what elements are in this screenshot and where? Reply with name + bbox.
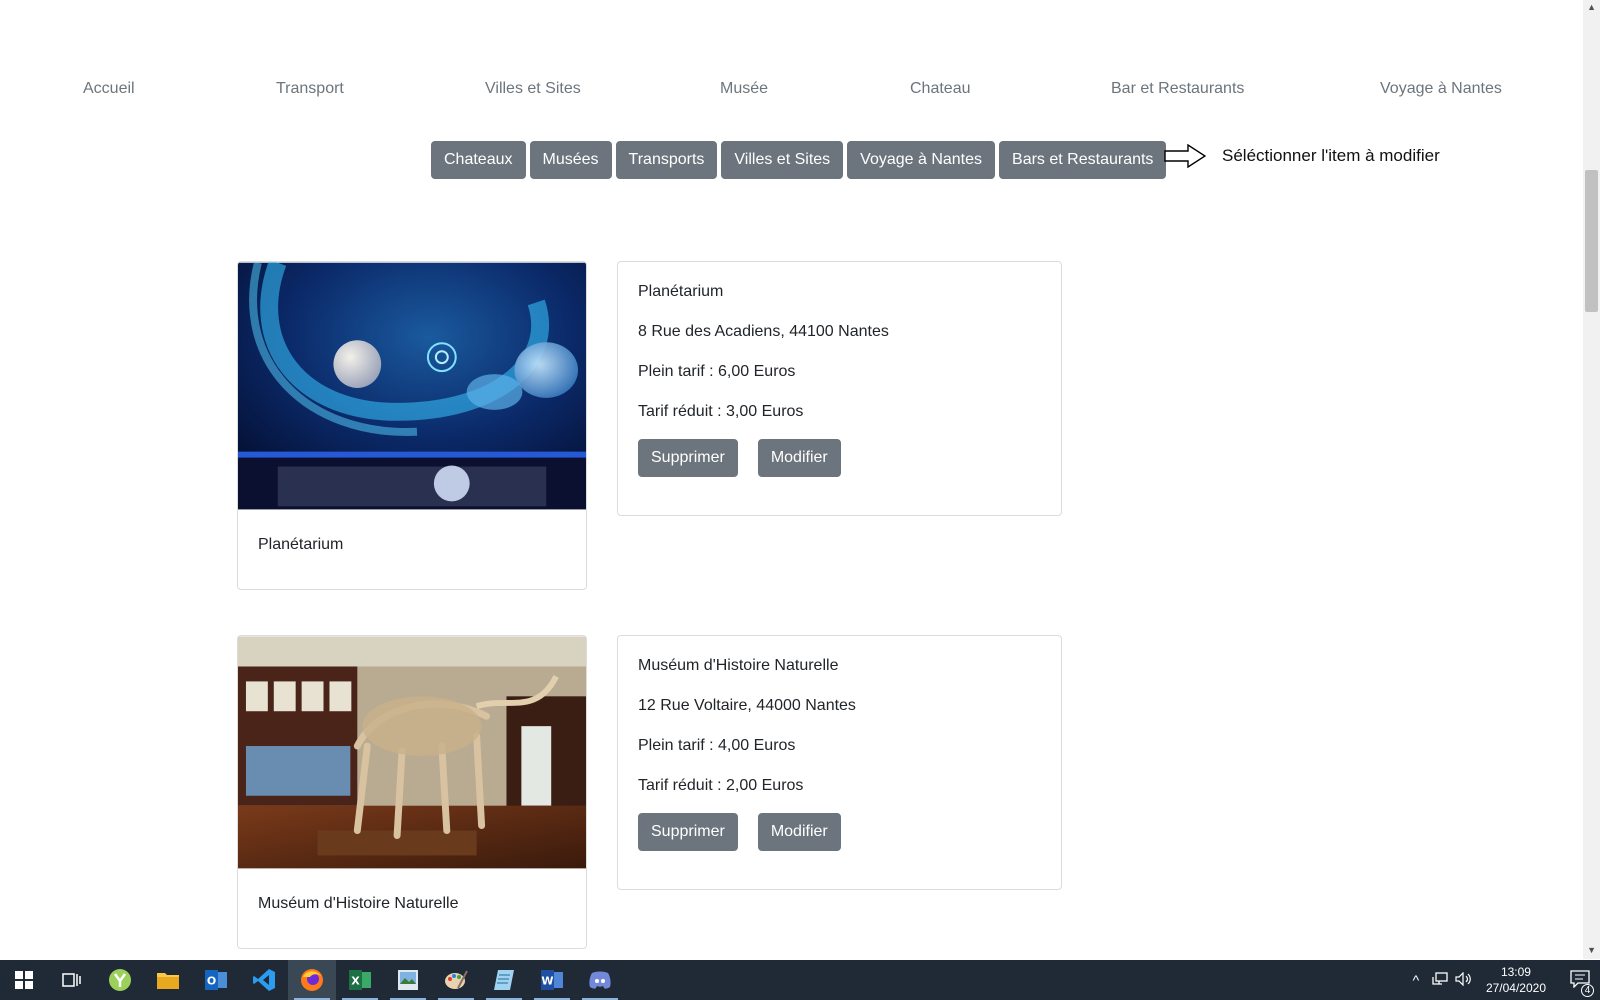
word-icon[interactable]: W <box>528 960 576 1000</box>
item-name: Planétarium <box>638 283 724 300</box>
category-button-villes-sites[interactable]: Villes et Sites <box>721 141 844 179</box>
photo-viewer-icon[interactable] <box>384 960 432 1000</box>
item-address: 12 Rue Voltaire, 44000 Nantes <box>638 697 856 714</box>
clock-time: 13:09 <box>1500 965 1531 979</box>
item-card-title: Planétarium <box>258 536 344 553</box>
item-reduced-price: Tarif réduit : 2,00 Euros <box>638 777 804 794</box>
clock-date: 27/04/2020 <box>1485 981 1546 995</box>
item-image-card[interactable]: Planétarium <box>237 261 587 590</box>
item-name: Muséum d'Histoire Naturelle <box>638 657 839 674</box>
select-hint: Séléctionner l'item à modifier <box>1164 144 1440 168</box>
item-full-price: Plein tarif : 6,00 Euros <box>638 363 796 380</box>
task-view-icon[interactable] <box>48 960 96 1000</box>
network-icon[interactable] <box>1428 971 1452 989</box>
nav-accueil[interactable]: Accueil <box>83 76 135 102</box>
category-buttons: Chateaux Musées Transports Villes et Sit… <box>431 141 1167 179</box>
item-actions: Supprimer Modifier <box>638 439 1041 477</box>
edit-button[interactable]: Modifier <box>757 813 841 851</box>
windows-taskbar: O X W ^ 13:09 27/04/2020 4 <box>0 960 1600 1000</box>
category-button-transports[interactable]: Transports <box>615 141 718 179</box>
outlook-icon[interactable]: O <box>192 960 240 1000</box>
svg-text:O: O <box>207 975 216 988</box>
hint-text: Séléctionner l'item à modifier <box>1222 146 1440 165</box>
item-image-card[interactable]: Muséum d'Histoire Naturelle <box>237 635 587 949</box>
excel-icon[interactable]: X <box>336 960 384 1000</box>
category-button-bars-restaurants[interactable]: Bars et Restaurants <box>999 141 1167 179</box>
category-button-chateaux[interactable]: Chateaux <box>431 141 526 179</box>
svg-text:X: X <box>351 975 360 988</box>
discord-icon[interactable] <box>576 960 624 1000</box>
file-explorer-icon[interactable] <box>144 960 192 1000</box>
item-full-price: Plein tarif : 4,00 Euros <box>638 737 796 754</box>
chevron-up-icon[interactable]: ^ <box>1404 972 1428 988</box>
item-details-card: Planétarium 8 Rue des Acadiens, 44100 Na… <box>617 261 1062 516</box>
category-button-musees[interactable]: Musées <box>529 141 612 179</box>
nav-musee[interactable]: Musée <box>720 76 768 102</box>
item-reduced-price: Tarif réduit : 3,00 Euros <box>638 403 804 420</box>
start-icon[interactable] <box>0 960 48 1000</box>
vscode-icon[interactable] <box>240 960 288 1000</box>
browser-y-icon[interactable] <box>96 960 144 1000</box>
edit-button[interactable]: Modifier <box>757 439 841 477</box>
nav-bar-restaurants[interactable]: Bar et Restaurants <box>1111 76 1244 102</box>
arrow-right-icon <box>1164 144 1206 168</box>
nav-transport[interactable]: Transport <box>276 76 344 102</box>
vertical-scrollbar[interactable]: ▲ ▼ <box>1583 0 1600 959</box>
nav-villes-sites[interactable]: Villes et Sites <box>485 76 581 102</box>
notepad-icon[interactable] <box>480 960 528 1000</box>
paint-icon[interactable] <box>432 960 480 1000</box>
scroll-down-icon[interactable]: ▼ <box>1587 945 1596 955</box>
category-button-voyage-nantes[interactable]: Voyage à Nantes <box>847 141 996 179</box>
top-nav: Accueil Transport Villes et Sites Musée … <box>0 76 1588 102</box>
museum-image <box>238 636 586 869</box>
notification-center-icon[interactable]: 4 <box>1560 969 1600 997</box>
item-address: 8 Rue des Acadiens, 44100 Nantes <box>638 323 889 340</box>
item-details-card: Muséum d'Histoire Naturelle 12 Rue Volta… <box>617 635 1062 890</box>
item-card-title: Muséum d'Histoire Naturelle <box>258 895 459 912</box>
planetarium-image <box>238 262 586 510</box>
notification-count: 4 <box>1581 983 1594 997</box>
volume-icon[interactable] <box>1452 971 1476 989</box>
nav-voyage-nantes[interactable]: Voyage à Nantes <box>1380 76 1502 102</box>
firefox-icon[interactable] <box>288 960 336 1000</box>
taskbar-clock[interactable]: 13:09 27/04/2020 <box>1486 964 1546 996</box>
delete-button[interactable]: Supprimer <box>638 813 738 851</box>
system-tray: ^ 13:09 27/04/2020 4 <box>1404 960 1600 1000</box>
scroll-up-icon[interactable]: ▲ <box>1587 2 1596 12</box>
scrollbar-thumb[interactable] <box>1585 170 1598 312</box>
delete-button[interactable]: Supprimer <box>638 439 738 477</box>
item-actions: Supprimer Modifier <box>638 813 1041 851</box>
nav-chateau[interactable]: Chateau <box>910 76 971 102</box>
svg-text:W: W <box>541 975 553 988</box>
